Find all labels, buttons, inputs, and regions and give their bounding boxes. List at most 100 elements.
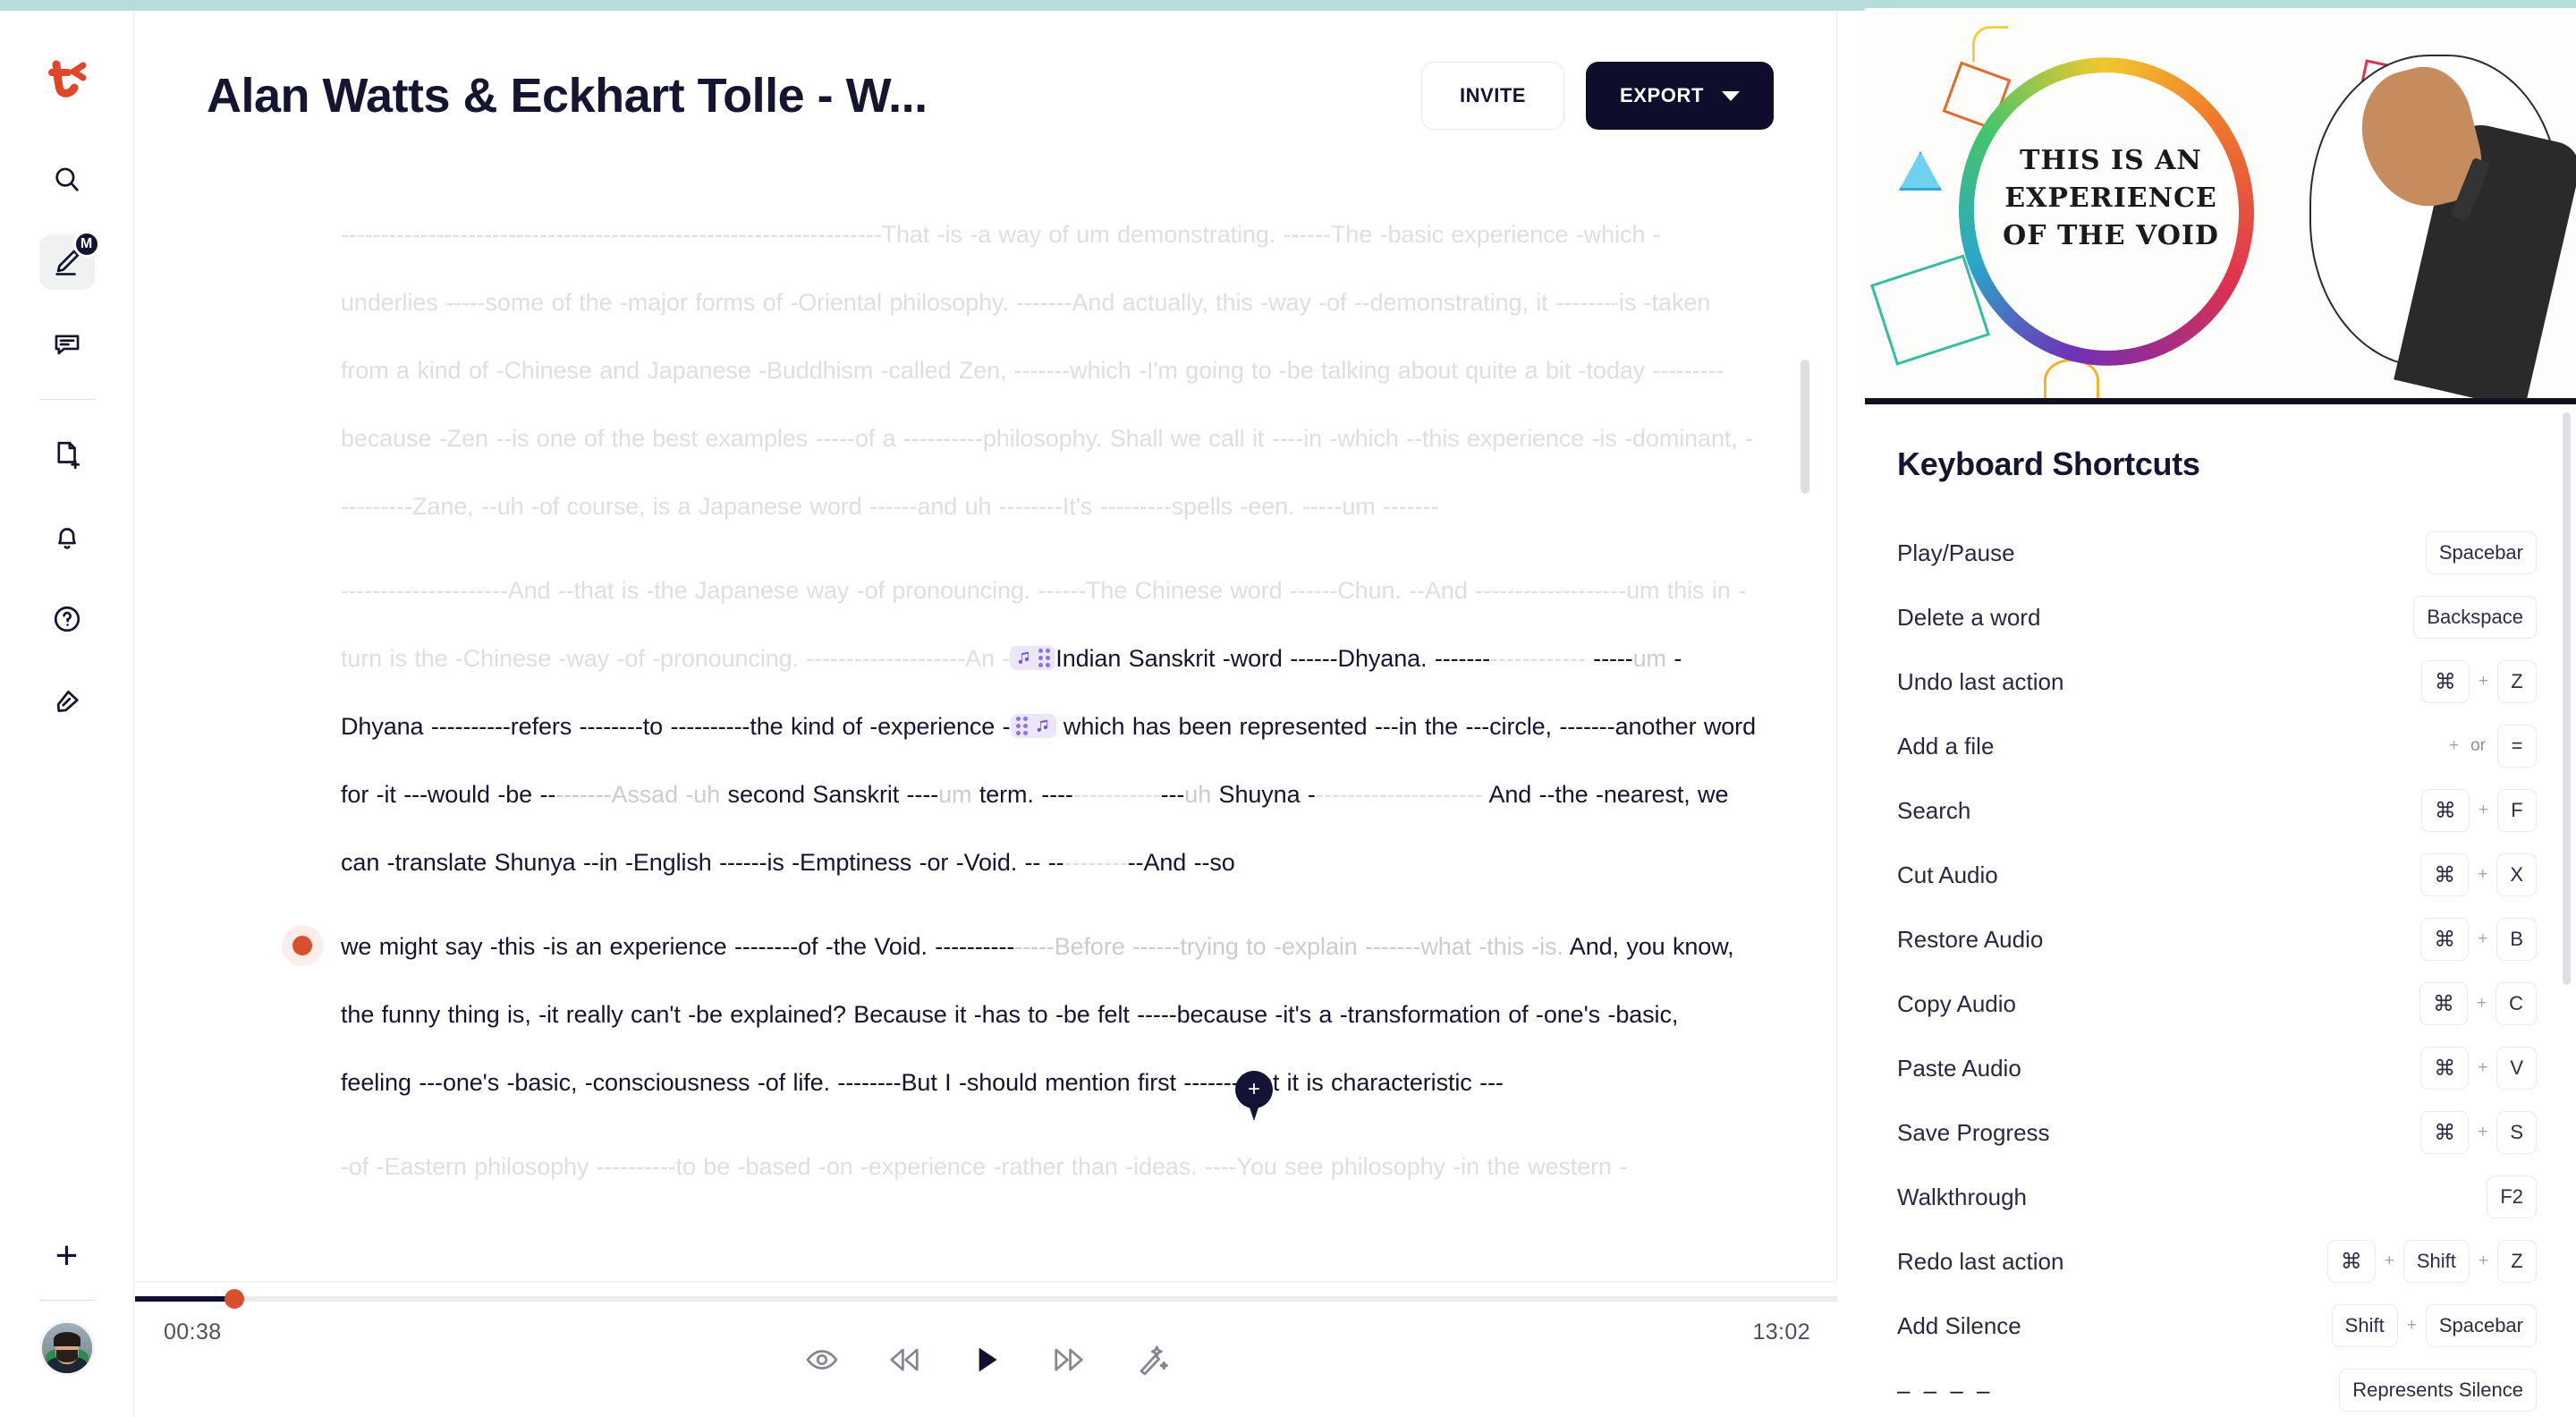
video-preview[interactable]: THIS IS AN EXPERIENCE OF THE VOID: [1865, 8, 2576, 404]
shortcut-row: Redo last action ⌘ + Shift + Z: [1897, 1229, 2537, 1294]
sidebar-add-button[interactable]: +: [39, 1228, 95, 1284]
keyboard-shortcuts-panel: Keyboard Shortcuts Play/Pause Spacebar Del…: [1865, 404, 2576, 1417]
transcript-run: -----Before ------trying to -explain ---…: [1014, 933, 1563, 960]
key-cap: Spacebar: [2425, 1304, 2537, 1347]
shortcut-label: – – – –: [1897, 1376, 1994, 1404]
audio-clip-chip[interactable]: [1010, 646, 1056, 671]
shortcut-keys: + or =: [2449, 725, 2537, 768]
transcript-run: ---------------------: [1315, 781, 1483, 808]
app-logo-icon[interactable]: [42, 54, 92, 104]
key-separator-plus: +: [2478, 1058, 2488, 1077]
shortcut-keys: ⌘ + Z: [2420, 660, 2537, 703]
preview-button[interactable]: [800, 1337, 844, 1382]
comment-icon: [55, 335, 79, 355]
export-button[interactable]: EXPORT: [1585, 62, 1774, 130]
transcript-run: we might say -this -is an experience ---…: [341, 933, 1015, 960]
sidebar-item-search[interactable]: [39, 152, 95, 208]
shortcut-keys: Shift + Spacebar: [2331, 1304, 2537, 1347]
key-cap: S: [2496, 1111, 2537, 1154]
shortcut-row: Cut Audio ⌘ + X: [1897, 843, 2537, 907]
shortcut-keys: Represents Silence: [2339, 1369, 2537, 1412]
key-cap: Represents Silence: [2339, 1369, 2537, 1412]
fast-forward-button[interactable]: [1046, 1337, 1091, 1382]
sidebar-item-help[interactable]: [39, 591, 95, 647]
right-panel-scrollbar-thumb[interactable]: [2563, 412, 2571, 985]
whiteboard-text: THIS IS AN EXPERIENCE OF THE VOID: [2003, 145, 2219, 251]
key-cap: ⌘: [2420, 660, 2470, 703]
invite-button[interactable]: INVITE: [1421, 62, 1564, 130]
transcript-scrollbar[interactable]: [1801, 360, 1809, 1281]
top-accent-bar: [0, 0, 1866, 11]
shortcut-label: Paste Audio: [1897, 1054, 2021, 1082]
transcript-run: second Sanskrit ----: [720, 781, 939, 808]
question-circle-icon: [54, 606, 80, 632]
transcript-run: ------: [1442, 645, 1491, 672]
timeline-playhead[interactable]: [225, 1289, 244, 1309]
transcript-paragraph-active[interactable]: we might say -this -is an experience ---…: [292, 912, 1756, 1116]
key-separator-plus: +: [2478, 865, 2488, 884]
transcript-paragraph[interactable]: ----------------------------------------…: [341, 200, 1756, 540]
shortcut-label: Cut Audio: [1897, 861, 1998, 888]
transcript-run: ------------: [1490, 645, 1586, 672]
transcript-run: --And --so: [1127, 849, 1235, 876]
sidebar-item-notifications[interactable]: [39, 509, 95, 564]
key-cap: Shift: [2331, 1304, 2398, 1347]
document-header: Alan Watts & Eckhart Tolle - W... INVITE…: [135, 11, 1836, 181]
shortcut-label: Restore Audio: [1897, 925, 2044, 953]
transcript-run: -----------: [1072, 781, 1161, 808]
add-marker-pin-icon[interactable]: +: [1235, 1071, 1273, 1121]
transcript-editor[interactable]: ----------------------------------------…: [135, 181, 1836, 1281]
shortcut-row: Restore Audio ⌘ + B: [1897, 907, 2537, 972]
key-cap: ⌘: [2420, 1047, 2470, 1090]
key-cap: V: [2496, 1047, 2537, 1090]
transcript-run: -of -Eastern philosophy ----------to be …: [341, 1153, 1628, 1180]
key-separator-or: or: [2470, 736, 2486, 755]
top-accent-bar-right: [1866, 0, 2576, 8]
shortcut-keys: ⌘ + V: [2420, 1047, 2537, 1090]
key-separator-plus: +: [2478, 929, 2488, 948]
timeline-track[interactable]: [135, 1289, 1837, 1309]
drag-handle-icon[interactable]: [1015, 717, 1028, 736]
avatar[interactable]: [38, 1320, 95, 1376]
sidebar-item-edit[interactable]: M: [38, 231, 100, 290]
shortcut-label: Add Silence: [1897, 1311, 2021, 1339]
key-separator-plus: +: [2478, 1252, 2488, 1270]
sidebar-item-comments[interactable]: [39, 317, 95, 372]
drag-handle-icon[interactable]: [1038, 649, 1051, 668]
sidebar-item-highlighter[interactable]: [39, 674, 95, 729]
chevron-down-icon: [1722, 90, 1740, 101]
transcript-run: Shuyna -: [1211, 781, 1316, 808]
key-cap: ⌘: [2420, 1111, 2470, 1154]
shortcut-row: Undo last action ⌘ + Z: [1897, 649, 2537, 714]
timeline-progress: [135, 1296, 232, 1302]
shortcut-keys: F2: [2487, 1175, 2537, 1218]
key-separator-plus: +: [2384, 1252, 2394, 1270]
ai-magic-button[interactable]: [1129, 1337, 1174, 1382]
transcript-paragraph[interactable]: -of -Eastern philosophy ----------to be …: [341, 1133, 1756, 1201]
fast-forward-icon: [1054, 1348, 1083, 1371]
shortcut-label: Delete a word: [1897, 603, 2041, 631]
play-icon: [979, 1347, 997, 1372]
main-area: Alan Watts & Eckhart Tolle - W... INVITE…: [135, 11, 1837, 1417]
transcript-scrollbar-thumb[interactable]: [1801, 360, 1809, 494]
transcript-run: -----: [1585, 645, 1633, 672]
transcript-paragraph[interactable]: ---------------------And --that is -the …: [341, 556, 1756, 896]
audio-clip-chip[interactable]: [1010, 714, 1056, 739]
shortcut-keys: ⌘ + S: [2420, 1111, 2537, 1154]
rewind-button[interactable]: [882, 1337, 927, 1382]
play-button[interactable]: [964, 1337, 1009, 1382]
right-panel: THIS IS AN EXPERIENCE OF THE VOID Keyboa…: [1865, 8, 2576, 1417]
shortcut-keys: ⌘ + Shift + Z: [2326, 1240, 2537, 1283]
shortcut-row: Add Silence Shift + Spacebar: [1897, 1294, 2537, 1358]
whiteboard-illustration: THIS IS AN EXPERIENCE OF THE VOID: [1865, 8, 2576, 398]
playback-controls: [135, 1337, 1837, 1382]
key-cap: Z: [2497, 660, 2537, 703]
shortcut-row: Add a file + or =: [1897, 714, 2537, 778]
sidebar-item-new-document[interactable]: [39, 427, 95, 482]
bell-icon: [57, 528, 76, 549]
shortcut-row: Delete a word Backspace: [1897, 585, 2537, 649]
left-sidebar: M +: [0, 11, 134, 1417]
key-separator-plus: +: [2477, 994, 2487, 1013]
add-marker-pin-label: +: [1247, 1077, 1260, 1101]
shortcut-row: Search ⌘ + F: [1897, 778, 2537, 843]
